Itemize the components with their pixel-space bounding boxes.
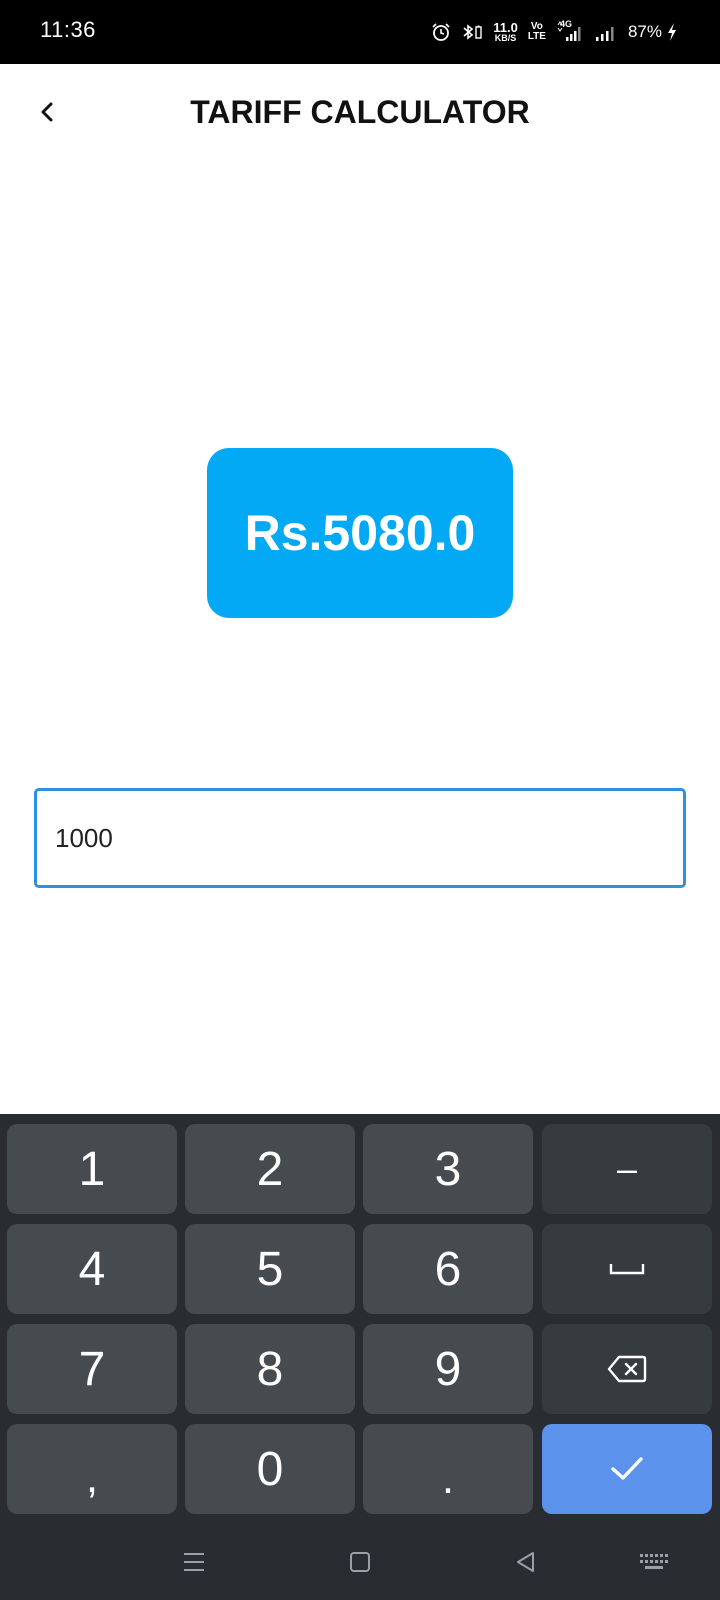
menu-nav-button[interactable] — [170, 1538, 218, 1586]
key-backspace[interactable] — [542, 1324, 712, 1414]
charging-icon — [666, 22, 678, 42]
key-1[interactable]: 1 — [7, 1124, 177, 1214]
result-amount: Rs.5080.0 — [244, 505, 476, 561]
network-type: 4G — [559, 19, 572, 29]
numeric-keyboard: 1 2 3 – 4 5 6 7 8 9 , 0 . — [0, 1114, 720, 1600]
page-title: TARIFF CALCULATOR — [190, 94, 530, 130]
status-icons: 11.0 KB/S Vo LTE 4G 87% — [431, 18, 678, 46]
home-nav-button[interactable] — [336, 1538, 384, 1586]
volte-bottom: LTE — [527, 31, 546, 42]
space-icon — [609, 1264, 645, 1275]
key-5[interactable]: 5 — [185, 1224, 355, 1314]
volte-indicator: Vo LTE — [528, 22, 546, 42]
key-space[interactable] — [542, 1224, 712, 1314]
keyboard-icon — [640, 1554, 668, 1569]
key-2[interactable]: 2 — [185, 1124, 355, 1214]
key-3[interactable]: 3 — [363, 1124, 533, 1214]
key-4[interactable]: 4 — [7, 1224, 177, 1314]
status-time: 11:36 — [40, 17, 96, 42]
key-minus[interactable]: – — [542, 1124, 712, 1214]
bluetooth-battery-icon — [461, 22, 483, 42]
net-speed: 11.0 KB/S — [493, 21, 518, 43]
keyboard-switch-button[interactable] — [630, 1538, 678, 1586]
back-nav-button[interactable] — [502, 1538, 550, 1586]
result-card: Rs.5080.0 — [207, 448, 513, 618]
minus-label: – — [616, 1148, 638, 1189]
alarm-icon — [431, 22, 451, 42]
home-square-icon — [350, 1552, 370, 1572]
key-8[interactable]: 8 — [185, 1324, 355, 1414]
key-done[interactable] — [542, 1424, 712, 1514]
backspace-icon — [607, 1355, 647, 1383]
key-6[interactable]: 6 — [363, 1224, 533, 1314]
chevron-left-icon — [41, 102, 53, 122]
app-header: TARIFF CALCULATOR — [0, 64, 720, 160]
nav-bar — [0, 1524, 720, 1600]
back-button[interactable] — [22, 86, 74, 138]
battery-percent: 87% — [627, 22, 662, 41]
menu-icon — [184, 1553, 204, 1571]
signal-4g-icon: 4G — [556, 19, 584, 43]
key-comma[interactable]: , — [7, 1424, 177, 1514]
key-0[interactable]: 0 — [185, 1424, 355, 1514]
units-input[interactable] — [34, 788, 686, 888]
check-icon — [611, 1457, 643, 1480]
key-9[interactable]: 9 — [363, 1324, 533, 1414]
key-dot[interactable]: . — [363, 1424, 533, 1514]
signal-icon — [594, 21, 618, 43]
status-bar: 11:36 11.0 KB/S Vo LTE 4G 87% — [0, 0, 720, 64]
back-triangle-icon — [517, 1552, 534, 1572]
key-7[interactable]: 7 — [7, 1324, 177, 1414]
net-speed-unit: KB/S — [494, 33, 517, 43]
